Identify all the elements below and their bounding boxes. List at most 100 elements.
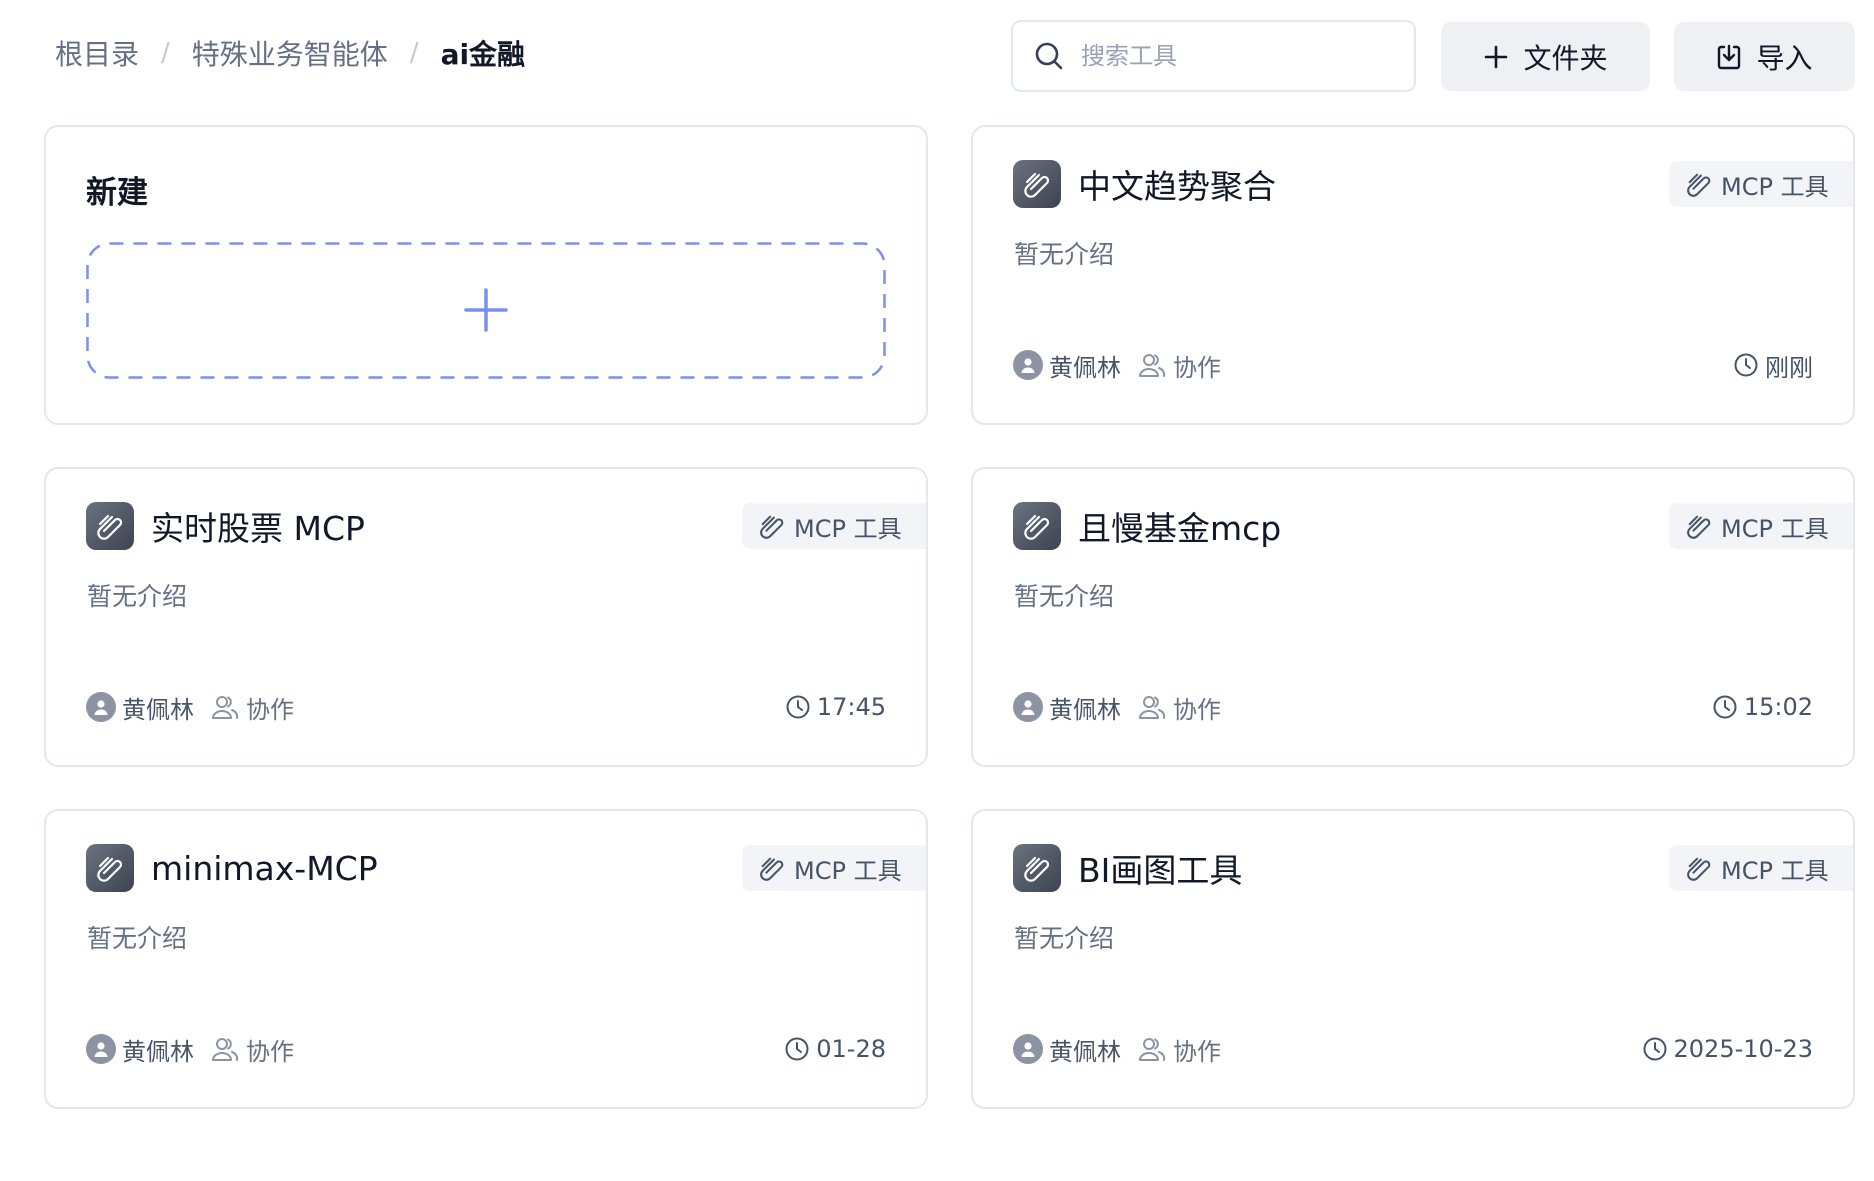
tool-name: minimax-MCP — [151, 848, 378, 888]
tool-card[interactable]: minimax-MCP MCP 工具暂无介绍黄佩林 协作 01-28 — [44, 809, 928, 1109]
breadcrumb-separator: / — [161, 38, 170, 68]
tool-name: 实时股票 MCP — [151, 509, 365, 548]
create-tool-button[interactable] — [86, 242, 886, 379]
search-input[interactable] — [1081, 42, 1401, 70]
tool-name: BI画图工具 — [1078, 851, 1243, 890]
mcp-tool-badge: MCP 工具 — [1669, 845, 1853, 891]
updated-time: 刚刚 — [1733, 348, 1813, 383]
owner-name: 黄佩林 — [122, 1037, 194, 1066]
collaborators-icon — [1139, 696, 1166, 719]
badge-label: MCP 工具 — [1721, 172, 1829, 201]
mcp-tool-badge: MCP 工具 — [1669, 503, 1853, 549]
collaborators-icon — [212, 1038, 239, 1061]
collaborate-button[interactable]: 协作 — [210, 690, 294, 725]
mcp-tool-badge: MCP 工具 — [1669, 161, 1853, 207]
paperclip-icon — [97, 514, 123, 540]
plus-icon — [1485, 45, 1508, 68]
card-title-row: minimax-MCP — [86, 844, 378, 892]
tool-icon — [86, 844, 134, 892]
updated-time-label: 17:45 — [816, 693, 886, 721]
badge-label: MCP 工具 — [794, 856, 902, 885]
paperclip-icon — [1687, 857, 1711, 881]
collaborate-label: 协作 — [246, 1037, 294, 1066]
avatar — [86, 1034, 116, 1064]
tool-card[interactable]: 中文趋势聚合 MCP 工具 暂无介绍 黄佩林 协作 刚刚 — [971, 125, 1855, 425]
collaborate-label: 协作 — [1173, 695, 1221, 724]
import-button[interactable]: 导入 — [1674, 22, 1855, 91]
paperclip-icon — [97, 856, 123, 882]
card-title-row: BI画图工具 — [1013, 844, 1242, 892]
card-footer: 黄佩林 协作 刚刚 — [1013, 347, 1813, 383]
new-card-title: 新建 — [86, 175, 148, 211]
mcp-tool-badge: MCP 工具 — [742, 503, 926, 549]
user-icon — [1021, 700, 1035, 715]
search-icon — [1035, 42, 1063, 70]
new-folder-button[interactable]: 文件夹 — [1441, 22, 1650, 91]
tool-description: 暂无介绍 — [1014, 582, 1115, 611]
tool-icon — [1013, 160, 1061, 208]
updated-time-label: 15:02 — [1743, 693, 1813, 721]
badge-label: MCP 工具 — [1721, 856, 1829, 885]
breadcrumb-separator: / — [409, 38, 419, 68]
owner-name: 黄佩林 — [1049, 695, 1121, 724]
tool-icon — [1013, 844, 1061, 892]
updated-time: 15:02 — [1712, 693, 1813, 721]
breadcrumb-folder[interactable]: 特殊业务智能体 — [192, 33, 388, 73]
card-title-row: 中文趋势聚合 — [1013, 160, 1276, 208]
clock-icon — [786, 695, 810, 719]
tool-card[interactable]: 实时股票 MCP MCP 工具 暂无介绍 黄佩林 协作 17:45 — [44, 467, 928, 767]
tool-name: 中文趋势聚合 — [1078, 167, 1276, 206]
new-tool-card: 新建 — [44, 125, 928, 425]
tool-card[interactable]: 且慢基金mcp MCP 工具暂无介绍黄佩林 协作 15:02 — [971, 467, 1855, 767]
collaborate-button[interactable]: 协作 — [1137, 1032, 1221, 1067]
plus-icon — [464, 288, 508, 332]
tool-name: 且慢基金mcp — [1078, 509, 1282, 548]
paperclip-icon — [760, 515, 784, 539]
owner-name: 黄佩林 — [1049, 1037, 1121, 1066]
avatar — [1013, 692, 1043, 722]
collaborate-button[interactable]: 协作 — [1137, 348, 1221, 383]
tool-description: 暂无介绍 — [1014, 924, 1115, 953]
import-icon — [1718, 44, 1741, 69]
tool-library-page: 根目录 / 特殊业务智能体 / ai金融 文件夹 导入 新建 — [0, 0, 1874, 1181]
breadcrumb-current: ai金融 — [440, 38, 526, 71]
collaborators-icon — [1139, 1038, 1166, 1061]
user-icon — [94, 700, 108, 715]
clock-icon — [1713, 695, 1737, 719]
paperclip-icon — [760, 857, 784, 881]
paperclip-icon — [1024, 514, 1050, 540]
tool-description: 暂无介绍 — [87, 582, 188, 611]
updated-time-label: 2025-10-23 — [1673, 1035, 1813, 1063]
clock-icon — [1643, 1037, 1667, 1061]
updated-time: 2025-10-23 — [1642, 1035, 1813, 1063]
card-footer: 黄佩林 协作 01-28 — [86, 1031, 886, 1067]
avatar — [1013, 350, 1043, 380]
tool-card[interactable]: BI画图工具 MCP 工具暂无介绍黄佩林 协作 2025-10-23 — [971, 809, 1855, 1109]
updated-time-label: 刚刚 — [1765, 353, 1813, 382]
import-label: 导入 — [1756, 41, 1813, 75]
card-footer: 黄佩林 协作 15:02 — [1013, 689, 1813, 725]
tool-icon — [86, 502, 134, 550]
tool-description: 暂无介绍 — [1014, 240, 1115, 269]
badge-label: MCP 工具 — [794, 514, 902, 543]
card-title-row: 且慢基金mcp — [1013, 502, 1281, 550]
updated-time: 17:45 — [785, 693, 886, 721]
search-box[interactable] — [1011, 20, 1416, 92]
updated-time-label: 01-28 — [816, 1035, 886, 1063]
updated-time: 01-28 — [784, 1035, 886, 1063]
breadcrumb-root[interactable]: 根目录 — [55, 33, 139, 73]
tool-description: 暂无介绍 — [87, 924, 188, 953]
paperclip-icon — [1687, 515, 1711, 539]
user-icon — [1021, 358, 1035, 373]
paperclip-icon — [1687, 173, 1711, 197]
collaborate-label: 协作 — [246, 695, 294, 724]
breadcrumb: 根目录 / 特殊业务智能体 / ai金融 — [55, 30, 525, 76]
user-icon — [94, 1042, 108, 1057]
collaborate-button[interactable]: 协作 — [210, 1032, 294, 1067]
collaborate-label: 协作 — [1173, 353, 1221, 382]
avatar — [1013, 1034, 1043, 1064]
user-icon — [1021, 1042, 1035, 1057]
collaborate-button[interactable]: 协作 — [1137, 690, 1221, 725]
clock-icon — [785, 1037, 809, 1061]
collaborators-icon — [1139, 354, 1166, 377]
